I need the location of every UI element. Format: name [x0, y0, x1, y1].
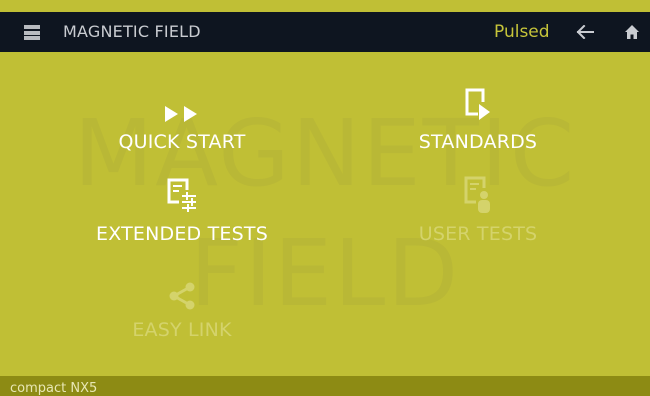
quick-start-label: QUICK START	[118, 131, 246, 153]
mode-indicator[interactable]: Pulsed	[494, 12, 550, 52]
document-play-icon	[465, 88, 490, 120]
menu-icon[interactable]	[24, 25, 40, 40]
user-tests-button[interactable]: USER TESTS	[358, 176, 598, 246]
document-user-icon	[464, 176, 490, 213]
standards-label: STANDARDS	[418, 131, 538, 153]
status-footer: compact NX5	[0, 376, 650, 396]
quick-start-button[interactable]: QUICK START	[62, 84, 302, 154]
easy-link-button[interactable]: EASY LINK	[62, 272, 302, 342]
standards-button[interactable]: STANDARDS	[358, 80, 598, 154]
page-title: MAGNETIC FIELD	[63, 22, 201, 41]
extended-tests-label: EXTENDED TESTS	[96, 223, 268, 245]
home-icon[interactable]	[624, 24, 640, 40]
document-sliders-icon	[167, 178, 196, 212]
user-tests-label: USER TESTS	[418, 223, 538, 245]
easy-link-label: EASY LINK	[132, 319, 232, 341]
extended-tests-button[interactable]: EXTENDED TESTS	[62, 176, 302, 246]
top-bar: MAGNETIC FIELD Pulsed	[0, 12, 650, 52]
share-icon	[169, 282, 195, 310]
fast-forward-icon	[165, 106, 197, 122]
main-screen: MAGNETIC FIELD Pulsed MAGNETIC FIELD QUI…	[0, 0, 650, 396]
arrow-left-icon[interactable]	[576, 25, 594, 39]
device-name: compact NX5	[10, 381, 98, 396]
